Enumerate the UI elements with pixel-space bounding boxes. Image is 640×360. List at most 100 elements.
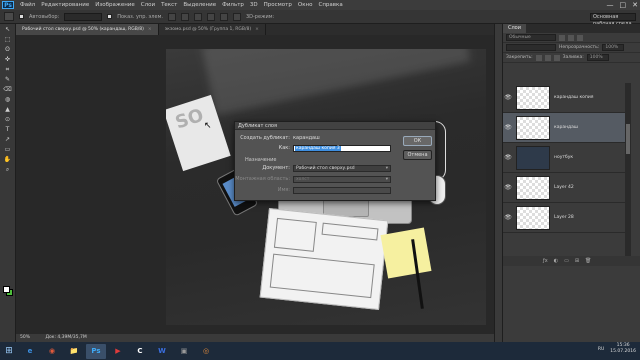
tools-panel: ↖ ⬚ ʘ ✜ ⌗ ✎ ⌫ ◍ ▲ ⊙ T ↗ ▭ ✋ ⌕ [0, 24, 16, 342]
as-name-input[interactable]: карандаш копия 3 [293, 144, 391, 152]
mouse-cursor-icon: ↖ [204, 121, 212, 131]
language-indicator[interactable]: RU [598, 347, 604, 352]
layer-row[interactable]: 👁 Layer 42 [503, 173, 625, 203]
lock-all-icon[interactable] [553, 54, 560, 61]
hand-tool-icon[interactable]: ✋ [3, 156, 13, 164]
menu-file[interactable]: Файл [17, 2, 38, 8]
layer-row[interactable]: 👁 ноутбук [503, 143, 625, 173]
visibility-eye-icon[interactable]: 👁 [503, 94, 513, 101]
crop-tool-icon[interactable]: ⌗ [3, 66, 13, 74]
tab-layers[interactable]: Слои [503, 24, 526, 33]
menu-window[interactable]: Окно [295, 2, 316, 8]
new-group-icon[interactable]: ▭ [564, 258, 569, 264]
layer-kind-filter[interactable]: Обычные [506, 34, 556, 41]
move-tool-icon[interactable]: ↖ [3, 26, 13, 34]
close-button[interactable]: ✕ [632, 0, 638, 10]
shape-tool-icon[interactable]: ▭ [3, 146, 13, 154]
auto-select-dropdown[interactable] [64, 12, 103, 21]
menu-filter[interactable]: Фильтр [219, 2, 247, 8]
visibility-eye-icon[interactable]: 👁 [503, 214, 513, 221]
blur-tool-icon[interactable]: ▲ [3, 106, 13, 114]
new-layer-icon[interactable]: ⊞ [575, 258, 579, 264]
name-input[interactable] [293, 186, 391, 194]
brush-tool-icon[interactable]: ✎ [3, 76, 13, 84]
media-player-icon[interactable]: ▶ [108, 344, 128, 359]
eraser-tool-icon[interactable]: ⌫ [3, 86, 13, 94]
filter-type-icon[interactable] [577, 34, 583, 41]
layers-scrollbar-thumb[interactable] [626, 124, 630, 154]
menu-type[interactable]: Текст [158, 2, 180, 8]
align-center-icon[interactable] [219, 12, 228, 21]
align-right-icon[interactable] [232, 12, 241, 21]
blend-mode-dropdown[interactable] [506, 44, 556, 51]
lock-pixels-icon[interactable] [535, 54, 542, 61]
visibility-eye-icon[interactable]: 👁 [503, 154, 513, 161]
chrome-icon[interactable]: ◉ [42, 344, 62, 359]
sticky-note-image [380, 227, 432, 279]
marquee-tool-icon[interactable]: ⬚ [3, 36, 13, 44]
opacity-input[interactable]: 100% [602, 44, 625, 51]
trash-icon[interactable]: 🗑 [585, 258, 591, 264]
align-top-icon[interactable] [167, 12, 176, 21]
document-tabs: Рабочий стол сверху.psd @ 50% (карандаш,… [16, 24, 494, 35]
word-icon[interactable]: W [152, 344, 172, 359]
fill-input[interactable]: 100% [586, 54, 609, 61]
photoshop-taskbar-icon[interactable]: Ps [86, 343, 106, 359]
collapsed-panel-strip[interactable] [494, 24, 502, 342]
dodge-tool-icon[interactable]: ⊙ [3, 116, 13, 124]
zoom-level[interactable]: 50% [20, 335, 30, 340]
transform-controls-checkbox[interactable] [107, 14, 113, 19]
foreground-color-swatch[interactable] [3, 286, 10, 293]
visibility-eye-icon[interactable]: 👁 [503, 124, 513, 131]
recorder-icon[interactable]: ◎ [196, 344, 216, 359]
ok-button[interactable]: ОК [403, 136, 432, 146]
zoom-tool-icon[interactable]: ⌕ [3, 166, 13, 174]
menu-3d[interactable]: 3D [247, 2, 261, 8]
lock-position-icon[interactable] [544, 54, 551, 61]
menu-view[interactable]: Просмотр [261, 2, 295, 8]
menu-image[interactable]: Изображение [92, 2, 138, 8]
quick-select-tool-icon[interactable]: ✜ [3, 56, 13, 64]
menu-edit[interactable]: Редактирование [38, 2, 92, 8]
move-tool-preset-icon[interactable] [4, 12, 14, 21]
tab-document-2[interactable]: экзомо.psd @ 50% (Группа 1, RGB/8) × [158, 24, 266, 35]
lasso-tool-icon[interactable]: ʘ [3, 46, 13, 54]
path-select-tool-icon[interactable]: ↗ [3, 136, 13, 144]
layer-row[interactable]: 👁 карандаш копия [503, 83, 625, 113]
document-dropdown[interactable]: Рабочий стол сверху.psd ▾ [293, 164, 391, 172]
layers-scrollbar[interactable] [625, 83, 631, 263]
menu-help[interactable]: Справка [315, 2, 345, 8]
align-left-icon[interactable] [206, 12, 215, 21]
gradient-tool-icon[interactable]: ◍ [3, 96, 13, 104]
auto-select-checkbox[interactable] [19, 14, 24, 19]
clock[interactable]: 15:36 15.07.2016 [610, 343, 636, 355]
minimize-button[interactable]: — [607, 0, 614, 10]
internet-explorer-icon[interactable]: e [20, 344, 40, 359]
menu-layers[interactable]: Слои [138, 2, 158, 8]
type-tool-icon[interactable]: T [3, 126, 13, 134]
layer-row[interactable]: 👁 Layer 28 [503, 203, 625, 233]
layer-row[interactable]: 👁 карандаш [503, 113, 625, 143]
workspace-dropdown[interactable]: Основная рабочая среда [590, 13, 636, 27]
align-bottom-icon[interactable] [193, 12, 202, 21]
visibility-eye-icon[interactable]: 👁 [503, 184, 513, 191]
start-button-icon[interactable]: ⊞ [0, 342, 18, 360]
tab-document-1[interactable]: Рабочий стол сверху.psd @ 50% (карандаш,… [16, 24, 159, 35]
layer-style-icon[interactable]: ƒx [543, 258, 548, 264]
tab-close-icon[interactable]: × [255, 27, 259, 32]
adjustment-layer-icon[interactable]: ◐ [554, 258, 558, 264]
tab-close-icon[interactable]: × [148, 27, 152, 32]
layer-thumbnail [516, 175, 550, 200]
panel-tab-bar: Слои [503, 24, 640, 33]
filter-adjust-icon[interactable] [568, 34, 574, 41]
file-explorer-icon[interactable]: 📁 [64, 344, 84, 359]
layer-thumbnail [516, 85, 550, 110]
maximize-button[interactable]: □ [620, 0, 627, 10]
app-window-icon[interactable]: ▣ [174, 344, 194, 359]
camtasia-icon[interactable]: C [130, 344, 150, 359]
cancel-button[interactable]: Отмена [403, 150, 432, 160]
menu-select[interactable]: Выделение [180, 2, 219, 8]
artboard-dropdown[interactable]: холст ▾ [293, 175, 391, 183]
align-middle-icon[interactable] [180, 12, 189, 21]
filter-pixel-icon[interactable] [559, 34, 565, 41]
